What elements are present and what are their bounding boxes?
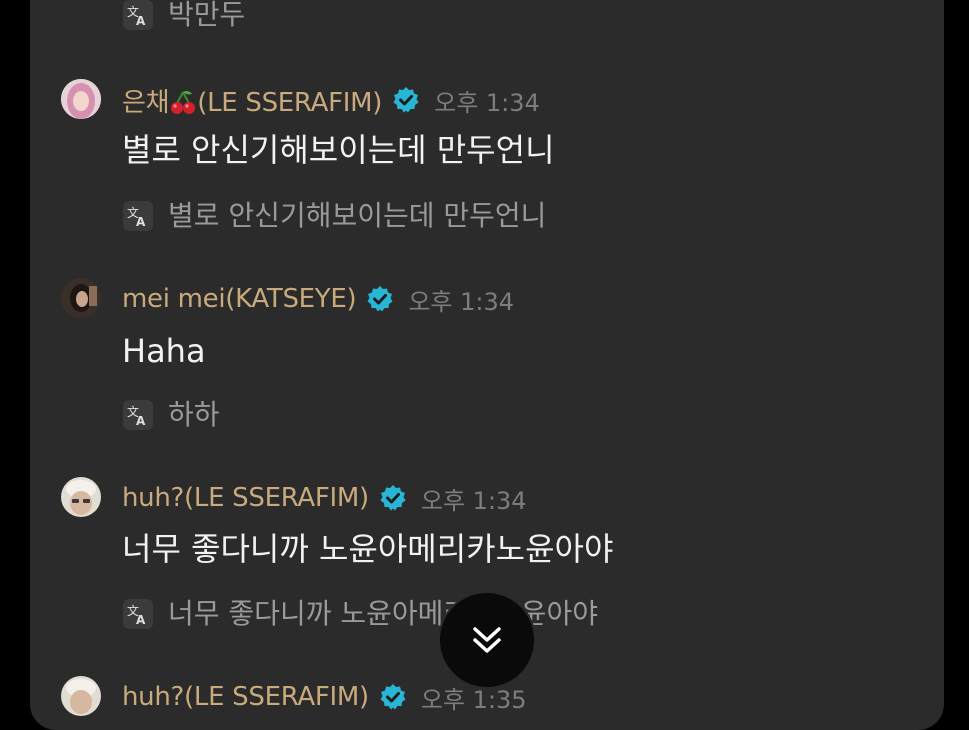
verified-badge-icon	[380, 485, 406, 511]
message-translation: 하하	[168, 398, 220, 431]
scroll-to-bottom-button[interactable]	[438, 591, 536, 689]
translate-icon[interactable]: 文A	[123, 400, 153, 430]
cherry-icon	[171, 90, 196, 114]
message-time: 오후 1:34	[420, 486, 527, 515]
double-chevron-down-icon	[473, 627, 501, 653]
message-header: 은채 (LE SSERAFIM) 오후 1:34	[122, 82, 540, 119]
verified-badge-icon	[367, 286, 393, 312]
message-text[interactable]: Haha	[122, 331, 206, 371]
message-header: mei mei(KATSEYE) 오후 1:34	[122, 282, 514, 316]
avatar[interactable]	[61, 79, 101, 119]
verified-badge-icon	[393, 87, 419, 113]
translate-icon[interactable]: 文A	[123, 0, 153, 30]
avatar[interactable]	[61, 278, 101, 318]
translate-icon[interactable]: 文A	[123, 201, 153, 231]
message-translation: 별로 안신기해보이는데 만두언니	[168, 199, 547, 232]
message-time: 오후 1:34	[408, 287, 515, 316]
message-text[interactable]: 별로 안신기해보이는데 만두언니	[122, 130, 555, 170]
author-name[interactable]: huh?(LE SSERAFIM)	[122, 483, 369, 513]
message-time: 오후 1:34	[434, 88, 540, 117]
author-name[interactable]: mei mei(KATSEYE)	[122, 284, 357, 314]
avatar[interactable]	[61, 676, 101, 716]
svg-text:A: A	[136, 14, 146, 26]
svg-text:A: A	[136, 215, 146, 227]
message-translation: 박만두	[168, 0, 246, 31]
svg-text:A: A	[136, 414, 146, 426]
translate-icon[interactable]: 文A	[123, 599, 153, 629]
svg-text:A: A	[136, 613, 146, 625]
message-header: huh?(LE SSERAFIM) 오후 1:34	[122, 481, 527, 515]
avatar[interactable]	[61, 477, 101, 517]
message-header: huh?(LE SSERAFIM) 오후 1:35	[122, 680, 527, 714]
author-name[interactable]: 은채 (LE SSERAFIM)	[122, 82, 382, 119]
author-name[interactable]: huh?(LE SSERAFIM)	[122, 682, 369, 712]
verified-badge-icon	[380, 684, 406, 710]
message-text[interactable]: 너무 좋다니까 노윤아메리카노윤아야	[122, 529, 613, 569]
